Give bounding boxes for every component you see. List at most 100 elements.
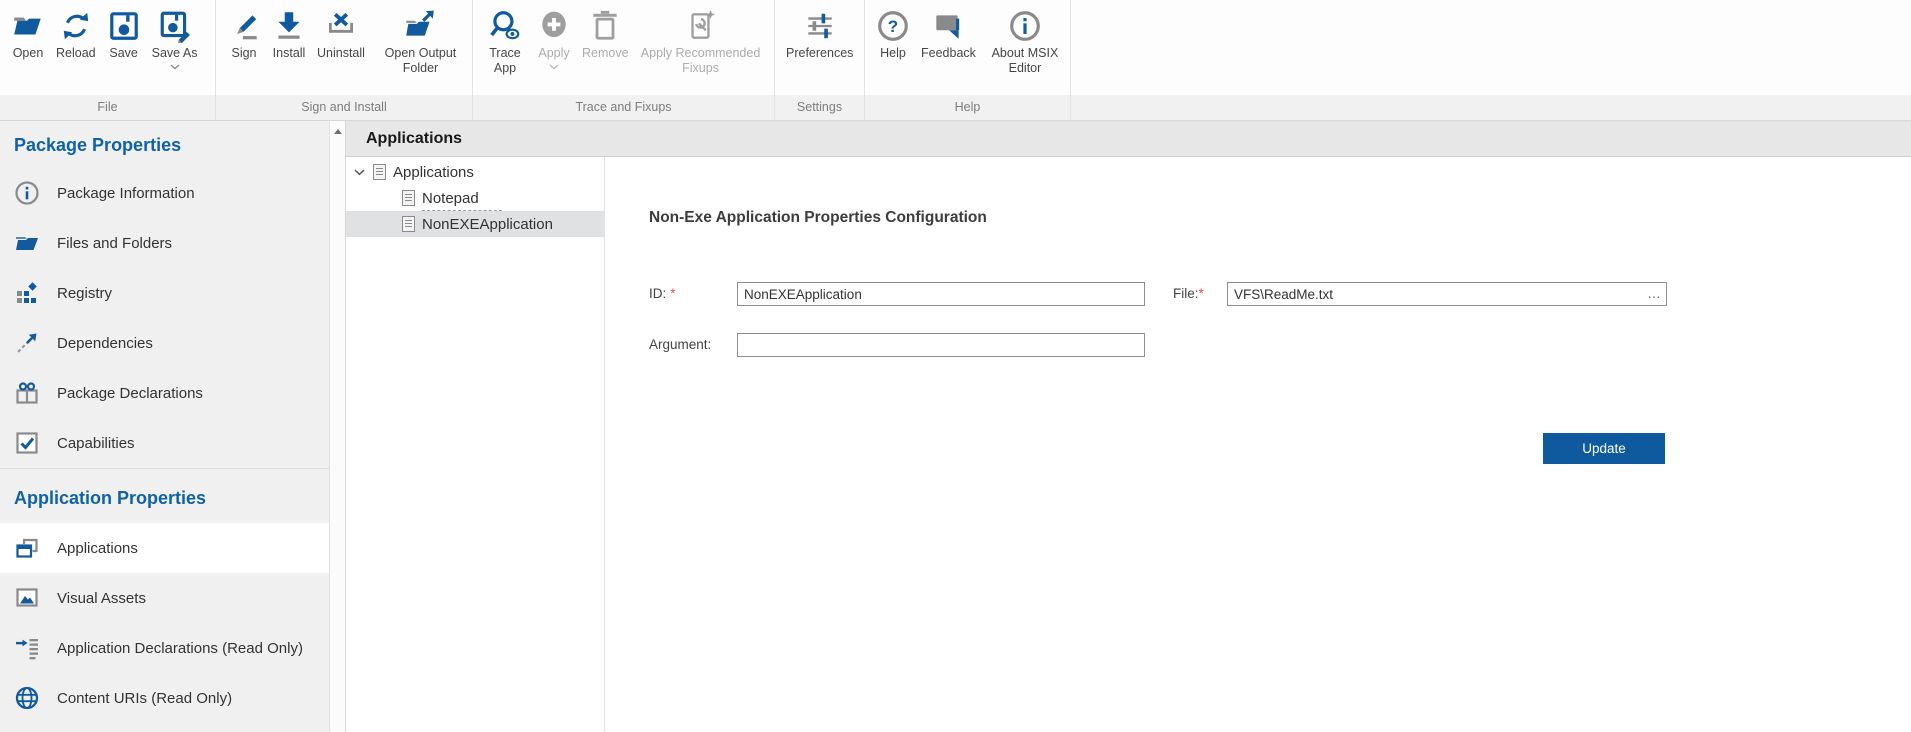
document-icon	[373, 164, 386, 180]
save-as-icon	[158, 6, 192, 46]
ribbon-group-file-label: File	[0, 95, 215, 120]
trace-app-icon	[488, 6, 522, 46]
ribbon-group-file-buttons: Open Reload Save	[0, 0, 215, 95]
info-circle-icon	[14, 180, 40, 206]
svg-text:?: ?	[888, 17, 898, 36]
sidebar-item-label: Applications	[57, 540, 138, 557]
apply-button: Apply	[532, 5, 576, 95]
sign-button-label: Sign	[231, 46, 256, 61]
ribbon-group-sign-install-buttons: Sign Install Uninstall	[216, 0, 472, 95]
update-button[interactable]: Update	[1543, 433, 1665, 464]
uninstall-button[interactable]: Uninstall	[312, 5, 370, 95]
application-properties-items: Applications Visual Assets Application D…	[0, 523, 329, 723]
file-input[interactable]	[1227, 282, 1667, 306]
tree-node-nonexeapplication[interactable]: NonEXEApplication	[346, 211, 604, 237]
required-asterisk: *	[1199, 286, 1204, 301]
chevron-down-icon	[549, 64, 559, 70]
preferences-button[interactable]: Preferences	[781, 5, 858, 95]
sidebar-section-application-properties: Application Properties Applications Visu…	[0, 468, 329, 723]
msix-editor-window: Open Reload Save	[0, 0, 1911, 732]
dependency-arrow-icon	[14, 330, 40, 356]
tree-node-applications[interactable]: Applications	[346, 159, 604, 185]
save-as-button-label: Save As	[152, 46, 198, 61]
open-button[interactable]: Open	[6, 5, 50, 95]
sidebar-item-visual-assets[interactable]: Visual Assets	[0, 573, 329, 623]
application-properties-heading: Application Properties	[14, 487, 329, 509]
sidebar-item-label: Package Declarations	[57, 385, 203, 402]
open-output-folder-button[interactable]: Open Output Folder	[371, 5, 470, 95]
sidebar-item-label: Registry	[57, 285, 112, 302]
apply-button-label: Apply	[538, 46, 569, 61]
tree-node-notepad[interactable]: Notepad	[346, 185, 604, 211]
sidebar-section-package-properties: Package Properties Package Information F…	[0, 134, 329, 468]
preferences-button-label: Preferences	[786, 46, 853, 61]
sidebar-scrollbar[interactable]	[329, 121, 346, 732]
non-exe-properties-form: Non-Exe Application Properties Configura…	[605, 157, 1911, 732]
id-input[interactable]	[737, 282, 1145, 306]
argument-input[interactable]	[737, 333, 1145, 357]
ribbon-group-trace-fixups-label: Trace and Fixups	[473, 95, 774, 120]
sidebar-item-label: Package Information	[57, 185, 195, 202]
gift-icon	[14, 380, 40, 406]
navigation-sidebar: Package Properties Package Information F…	[0, 121, 329, 732]
install-arrow-icon	[272, 6, 306, 46]
about-msix-editor-button[interactable]: About MSIX Editor	[982, 5, 1068, 95]
sidebar-item-applications[interactable]: Applications	[0, 523, 329, 573]
scrollbar-up-button[interactable]	[330, 121, 345, 141]
argument-field-label: Argument:	[649, 337, 711, 352]
sign-pencil-icon	[227, 6, 261, 46]
rename-underline	[422, 210, 502, 211]
chevron-down-icon[interactable]	[354, 169, 366, 176]
browse-file-button[interactable]: …	[1647, 283, 1662, 303]
ribbon-group-sign-install-label: Sign and Install	[216, 95, 472, 120]
apply-recommended-fixups-button-label: Apply Recommended Fixups	[640, 46, 762, 76]
sidebar-item-capabilities[interactable]: Capabilities	[0, 418, 329, 468]
trace-app-button[interactable]: Trace App	[479, 5, 531, 95]
sidebar-item-label: Capabilities	[57, 435, 135, 452]
ribbon-group-settings: Preferences Settings	[775, 0, 865, 120]
ribbon-group-trace-fixups-buttons: Trace App Apply Remove	[473, 0, 774, 95]
fixups-doc-icon	[684, 6, 718, 46]
chevron-down-icon	[170, 64, 180, 70]
about-msix-editor-button-label: About MSIX Editor	[987, 46, 1063, 76]
save-button-label: Save	[109, 46, 138, 61]
sidebar-item-files-and-folders[interactable]: Files and Folders	[0, 218, 329, 268]
sidebar-item-content-uris[interactable]: Content URIs (Read Only)	[0, 673, 329, 723]
open-button-label: Open	[13, 46, 44, 61]
form-title: Non-Exe Application Properties Configura…	[649, 209, 987, 227]
id-field-label: ID:*	[649, 286, 676, 301]
image-icon	[14, 585, 40, 611]
ribbon-filler	[1071, 0, 1911, 120]
sidebar-item-registry[interactable]: Registry	[0, 268, 329, 318]
apply-plus-icon	[537, 6, 571, 46]
arrow-lines-icon	[14, 635, 40, 661]
feedback-button[interactable]: Feedback	[916, 5, 981, 95]
required-asterisk: *	[670, 286, 675, 301]
apply-recommended-fixups-button: Apply Recommended Fixups	[635, 5, 767, 95]
remove-button-label: Remove	[582, 46, 629, 61]
main-panel: Applications Applications	[346, 121, 1911, 732]
tree-node-label: Applications	[393, 164, 474, 181]
sidebar-item-application-declarations[interactable]: Application Declarations (Read Only)	[0, 623, 329, 673]
globe-icon	[14, 685, 40, 711]
reload-button[interactable]: Reload	[51, 5, 101, 95]
help-button[interactable]: ? Help	[871, 5, 915, 95]
sidebar-item-dependencies[interactable]: Dependencies	[0, 318, 329, 368]
sign-button[interactable]: Sign	[222, 5, 266, 95]
ribbon-group-settings-buttons: Preferences	[775, 0, 864, 95]
about-info-icon	[1008, 6, 1042, 46]
open-folder-icon	[11, 6, 45, 46]
ribbon-group-sign-install: Sign Install Uninstall	[216, 0, 473, 120]
applications-tree: Applications Notepad NonEXEApplication	[346, 157, 605, 732]
sidebar-item-package-declarations[interactable]: Package Declarations	[0, 368, 329, 418]
install-button[interactable]: Install	[267, 5, 311, 95]
app-window-icon	[14, 535, 40, 561]
sidebar-item-label: Application Declarations (Read Only)	[57, 640, 303, 657]
sidebar-item-label: Visual Assets	[57, 590, 146, 607]
save-as-button[interactable]: Save As	[147, 5, 203, 95]
ribbon-group-file: Open Reload Save	[0, 0, 216, 120]
remove-button: Remove	[577, 5, 634, 95]
sidebar-item-package-information[interactable]: Package Information	[0, 168, 329, 218]
sidebar-item-label: Files and Folders	[57, 235, 172, 252]
save-button[interactable]: Save	[102, 5, 146, 95]
